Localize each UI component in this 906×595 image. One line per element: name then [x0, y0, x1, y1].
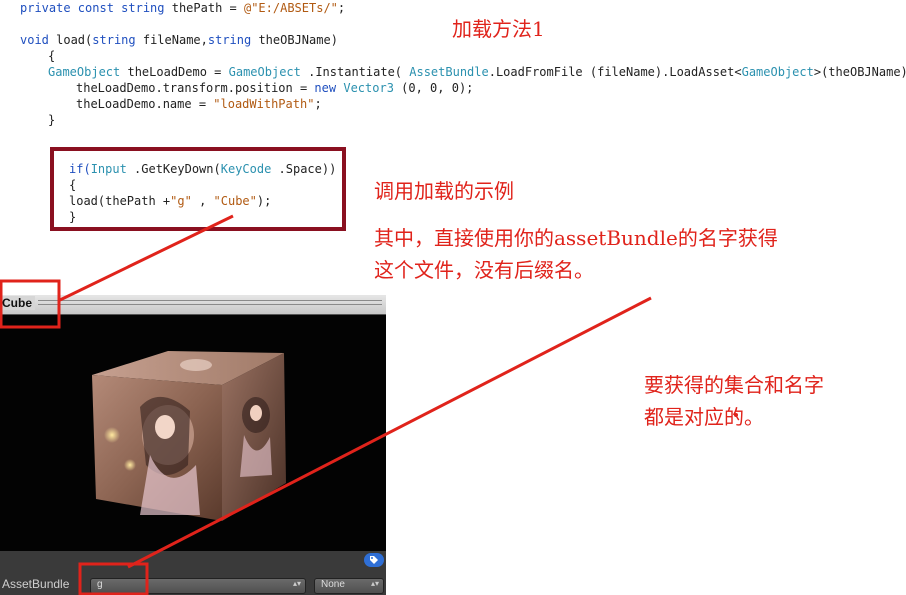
note-line-2: 这个文件，没有后缀名。: [374, 258, 594, 282]
preview-panel: Cube AssetBundle g ▴▾ None ▴▾: [0, 295, 386, 595]
example-line-load-call: load(thePath +"g" , "Cube");: [69, 194, 272, 208]
code-line-name: theLoadDemo.name = "loadWithPath";: [76, 97, 322, 111]
code-line-close-brace: }: [48, 113, 56, 127]
example-line-open: {: [69, 178, 77, 192]
header-grip: [38, 300, 382, 301]
example-line-close: }: [69, 210, 77, 224]
assetbundle-variant-value: None: [321, 579, 345, 590]
code-line-load-signature: void load(string fileName,string theOBJN…: [20, 33, 338, 47]
assetbundle-name-value: g: [97, 579, 103, 590]
example-title-annotation: 调用加载的示例: [374, 179, 514, 203]
code-line-open-brace: {: [48, 49, 56, 63]
panel-title: Cube: [2, 296, 35, 310]
assetbundle-name-dropdown[interactable]: g ▴▾: [90, 578, 306, 594]
panel-header[interactable]: Cube: [0, 295, 386, 315]
example-line-if: if(Input .GetKeyDown(KeyCode .Space)): [69, 162, 337, 176]
match-line-2: 都是对应的。: [644, 405, 764, 429]
assetbundle-label: AssetBundle: [2, 577, 70, 591]
dropdown-arrow-icon: ▴▾: [370, 579, 379, 588]
method-title-annotation: 加载方法1: [452, 17, 545, 41]
dropdown-arrow-icon: ▴▾: [292, 579, 301, 588]
assetbundle-variant-dropdown[interactable]: None ▴▾: [314, 578, 384, 594]
note-line-1: 其中，直接使用你的assetBundle的名字获得: [374, 226, 778, 250]
preview-viewport[interactable]: [0, 315, 386, 551]
match-line-1: 要获得的集合和名字: [644, 373, 824, 397]
tag-icon[interactable]: [364, 553, 384, 567]
code-block: private const string thePath = @"E:/ABSE…: [0, 0, 906, 128]
cube-preview: [92, 351, 286, 521]
example-code-box: if(Input .GetKeyDown(KeyCode .Space)) { …: [50, 147, 346, 231]
code-line-path: private const string thePath = @"E:/ABSE…: [20, 1, 346, 15]
code-line-position: theLoadDemo.transform.position = new Vec…: [76, 81, 474, 95]
code-line-instantiate: GameObject theLoadDemo = GameObject .Ins…: [48, 65, 906, 79]
header-grip-2: [38, 304, 382, 305]
